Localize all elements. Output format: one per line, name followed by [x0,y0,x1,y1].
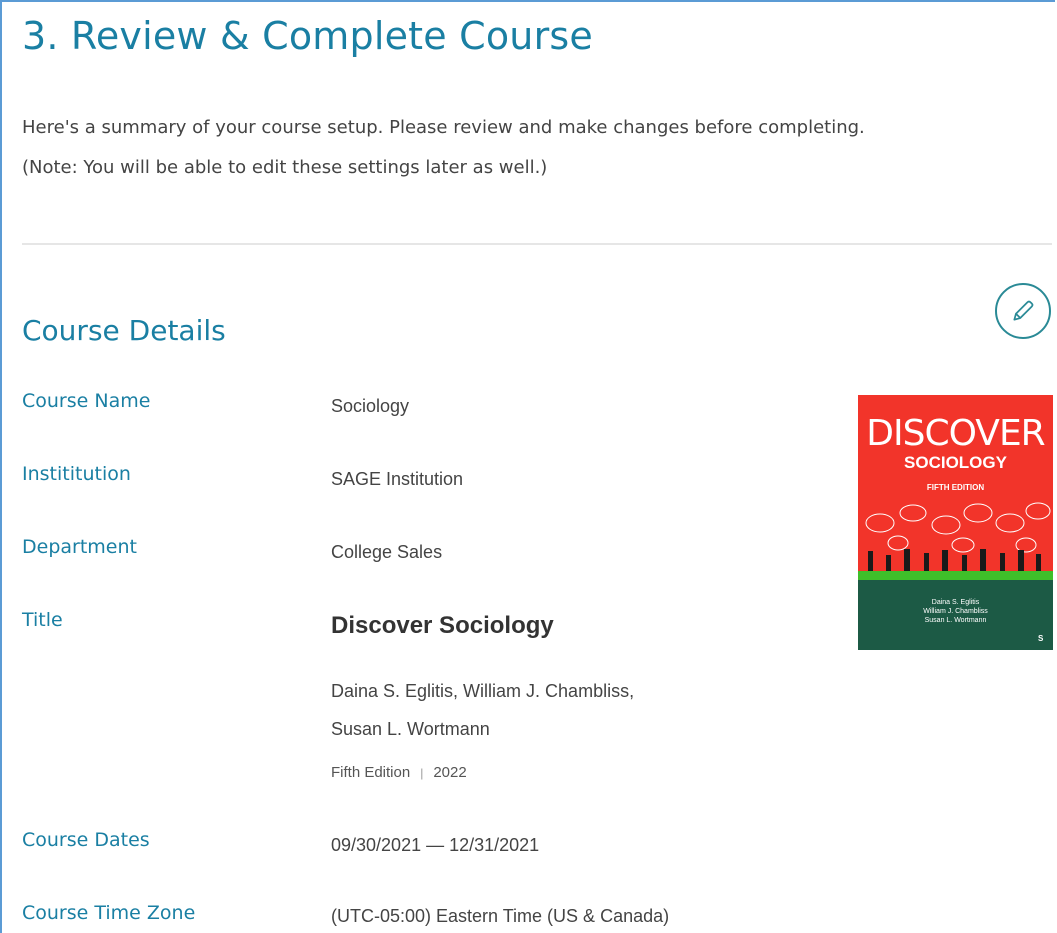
cover-author: Susan L. Wortmann [924,617,987,624]
edit-course-details-button[interactable] [995,283,1051,339]
department-value: College Sales [331,542,443,562]
course-dates-label: Course Dates [22,829,150,851]
cover-author: Daina S. Eglitis [931,599,980,606]
summary-line: Here's a summary of your course setup. P… [22,117,865,138]
edition-year: 2022 [433,764,467,781]
pencil-icon [1013,300,1034,321]
title-label: Title [22,609,63,631]
authors-line: Susan L. Wortmann [331,719,490,739]
summary-note: (Note: You will be able to edit these se… [22,157,548,178]
book-cover-image: DISCOVER SOCIOLOGY FIFTH EDITION Daina S… [858,395,1053,650]
book-authors: Daina S. Eglitis, William J. Chambliss, … [331,672,751,748]
authors-line: Daina S. Eglitis, William J. Chambliss, [331,681,635,701]
cover-authors: Daina S. Eglitis William J. Chambliss Su… [858,598,1053,625]
publisher-logo: S [1038,634,1044,643]
section-title-course-details: Course Details [22,314,226,347]
divider [22,243,1052,245]
book-edition-info: Fifth Edition | 2022 [331,764,467,781]
edition-separator: | [420,766,424,780]
book-title: Discover Sociology [331,612,554,639]
institution-label: Instititution [22,463,131,485]
course-name-label: Course Name [22,390,151,412]
cover-word-sociology: SOCIOLOGY [904,453,1007,472]
course-dates-value: 09/30/2021 — 12/31/2021 [331,835,540,855]
time-zone-label: Course Time Zone [22,902,196,924]
time-zone-value: (UTC-05:00) Eastern Time (US & Canada) [331,906,670,926]
page-title: 3. Review & Complete Course [22,14,593,58]
cover-word-discover: DISCOVER [866,413,1045,454]
edition-text: Fifth Edition [331,764,411,781]
department-label: Department [22,536,137,558]
institution-value: SAGE Institution [331,469,464,489]
cover-author: William J. Chambliss [923,608,988,615]
summary-text: Here's a summary of your course setup. P… [22,108,1042,188]
cover-edition: FIFTH EDITION [926,483,985,492]
course-name-value: Sociology [331,396,410,416]
